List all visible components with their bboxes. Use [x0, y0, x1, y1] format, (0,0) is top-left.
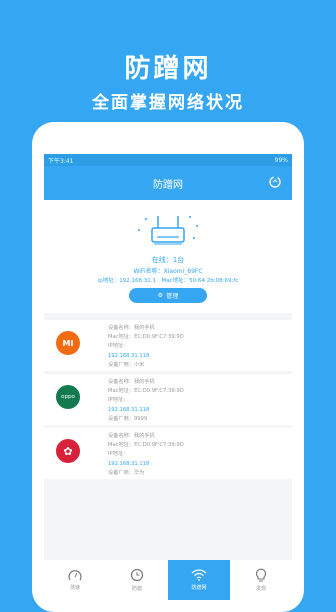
- device-mac: Mac地址：EC:D0:9F:C7:39:9D: [108, 442, 184, 449]
- router-ip-mac: ip地址：192.168.31.1 Mac地址：50:64:2b:08:69:f…: [97, 278, 239, 284]
- mi-logo-icon: MI: [56, 331, 80, 355]
- app-title: 防蹭网: [153, 180, 183, 191]
- tab-speed-test[interactable]: 测速: [44, 560, 106, 600]
- bottom-tab-bar: 测速 防蹭 防蹭网 发现: [44, 560, 292, 600]
- status-battery: 99%: [274, 156, 288, 164]
- tab-label: 防蹭网: [191, 585, 207, 591]
- tab-label: 防蹭: [131, 586, 142, 592]
- tab-guard[interactable]: 防蹭: [106, 560, 168, 600]
- device-info: 设备名称：我的手机 Mac地址：EC:D0:9F:C7:39:9D IP地址： …: [108, 378, 184, 424]
- device-info: 设备名称：我的手机 Mac地址：EC:D0:9F:C7:39:9D IP地址： …: [108, 324, 184, 370]
- tab-label: 发现: [255, 586, 266, 592]
- promo-header: 防蹭网 全面掌握网络状况: [0, 0, 336, 125]
- status-time: 下午3:41: [48, 157, 74, 165]
- device-ip-label: IP地址：: [108, 451, 129, 458]
- tab-discover[interactable]: 发现: [230, 560, 292, 600]
- refresh-icon[interactable]: [268, 175, 282, 189]
- tab-anti-leech[interactable]: 防蹭网: [168, 560, 230, 600]
- oppo-logo-icon: oppo: [56, 385, 80, 409]
- device-row[interactable]: oppo 设备名称：我的手机 Mac地址：EC:D0:9F:C7:39:9D I…: [44, 374, 292, 425]
- device-name: 设备名称：我的手机: [108, 379, 155, 385]
- phone-frame: 下午3:41 99% 防蹭网 在线：1台 WiFi名称：Xiaomi_69FC …: [32, 122, 304, 612]
- promo-subtitle: 全面掌握网络状况: [92, 93, 244, 113]
- wifi-name: WiFi名称：Xiaomi_69FC: [133, 268, 203, 275]
- router-card: 在线：1台 WiFi名称：Xiaomi_69FC ip地址：192.168.31…: [44, 200, 292, 313]
- settings-icon: ⚙: [157, 292, 164, 299]
- speedometer-icon: [68, 570, 82, 581]
- device-vendor: 设备厂商：小米: [108, 361, 145, 368]
- huawei-logo-icon: ✿: [56, 439, 80, 463]
- app-bar: 防蹭网: [44, 166, 292, 200]
- device-ip-label: IP地址：: [108, 343, 129, 350]
- manage-label: 管理: [166, 293, 179, 300]
- device-row[interactable]: MI 设备名称：我的手机 Mac地址：EC:D0:9F:C7:39:9D IP地…: [44, 320, 292, 371]
- device-ip: 192.168.31.118: [108, 352, 150, 359]
- manage-button[interactable]: ⚙ 管理: [129, 288, 207, 303]
- app-screen: 下午3:41 99% 防蹭网 在线：1台 WiFi名称：Xiaomi_69FC …: [44, 154, 292, 600]
- device-vendor: 设备厂商：9999: [108, 415, 148, 422]
- device-row[interactable]: ✿ 设备名称：我的手机 Mac地址：EC:D0:9F:C7:39:9D IP地址…: [44, 428, 292, 479]
- device-name: 设备名称：我的手机: [108, 433, 155, 439]
- device-ip: 192.168.31.118: [108, 406, 150, 413]
- status-bar: 下午3:41 99%: [44, 154, 292, 166]
- router-icon: [138, 216, 198, 245]
- clock-icon: [130, 568, 144, 582]
- device-ip-label: IP地址：: [108, 397, 129, 404]
- online-count: 在线：1台: [151, 256, 185, 264]
- device-mac: Mac地址：EC:D0:9F:C7:39:9D: [108, 334, 184, 341]
- tab-label: 测速: [69, 585, 80, 591]
- bulb-icon: [255, 568, 267, 582]
- device-mac: Mac地址：EC:D0:9F:C7:39:9D: [108, 388, 184, 395]
- device-info: 设备名称：我的手机 Mac地址：EC:D0:9F:C7:39:9D IP地址： …: [108, 432, 184, 478]
- device-ip: 192.168.31.118: [108, 460, 150, 467]
- wifi-icon: [191, 569, 207, 581]
- device-name: 设备名称：我的手机: [108, 325, 155, 331]
- device-vendor: 设备厂商：华为: [108, 469, 145, 476]
- device-list: MI 设备名称：我的手机 Mac地址：EC:D0:9F:C7:39:9D IP地…: [44, 320, 292, 482]
- promo-title: 防蹭网: [124, 54, 212, 84]
